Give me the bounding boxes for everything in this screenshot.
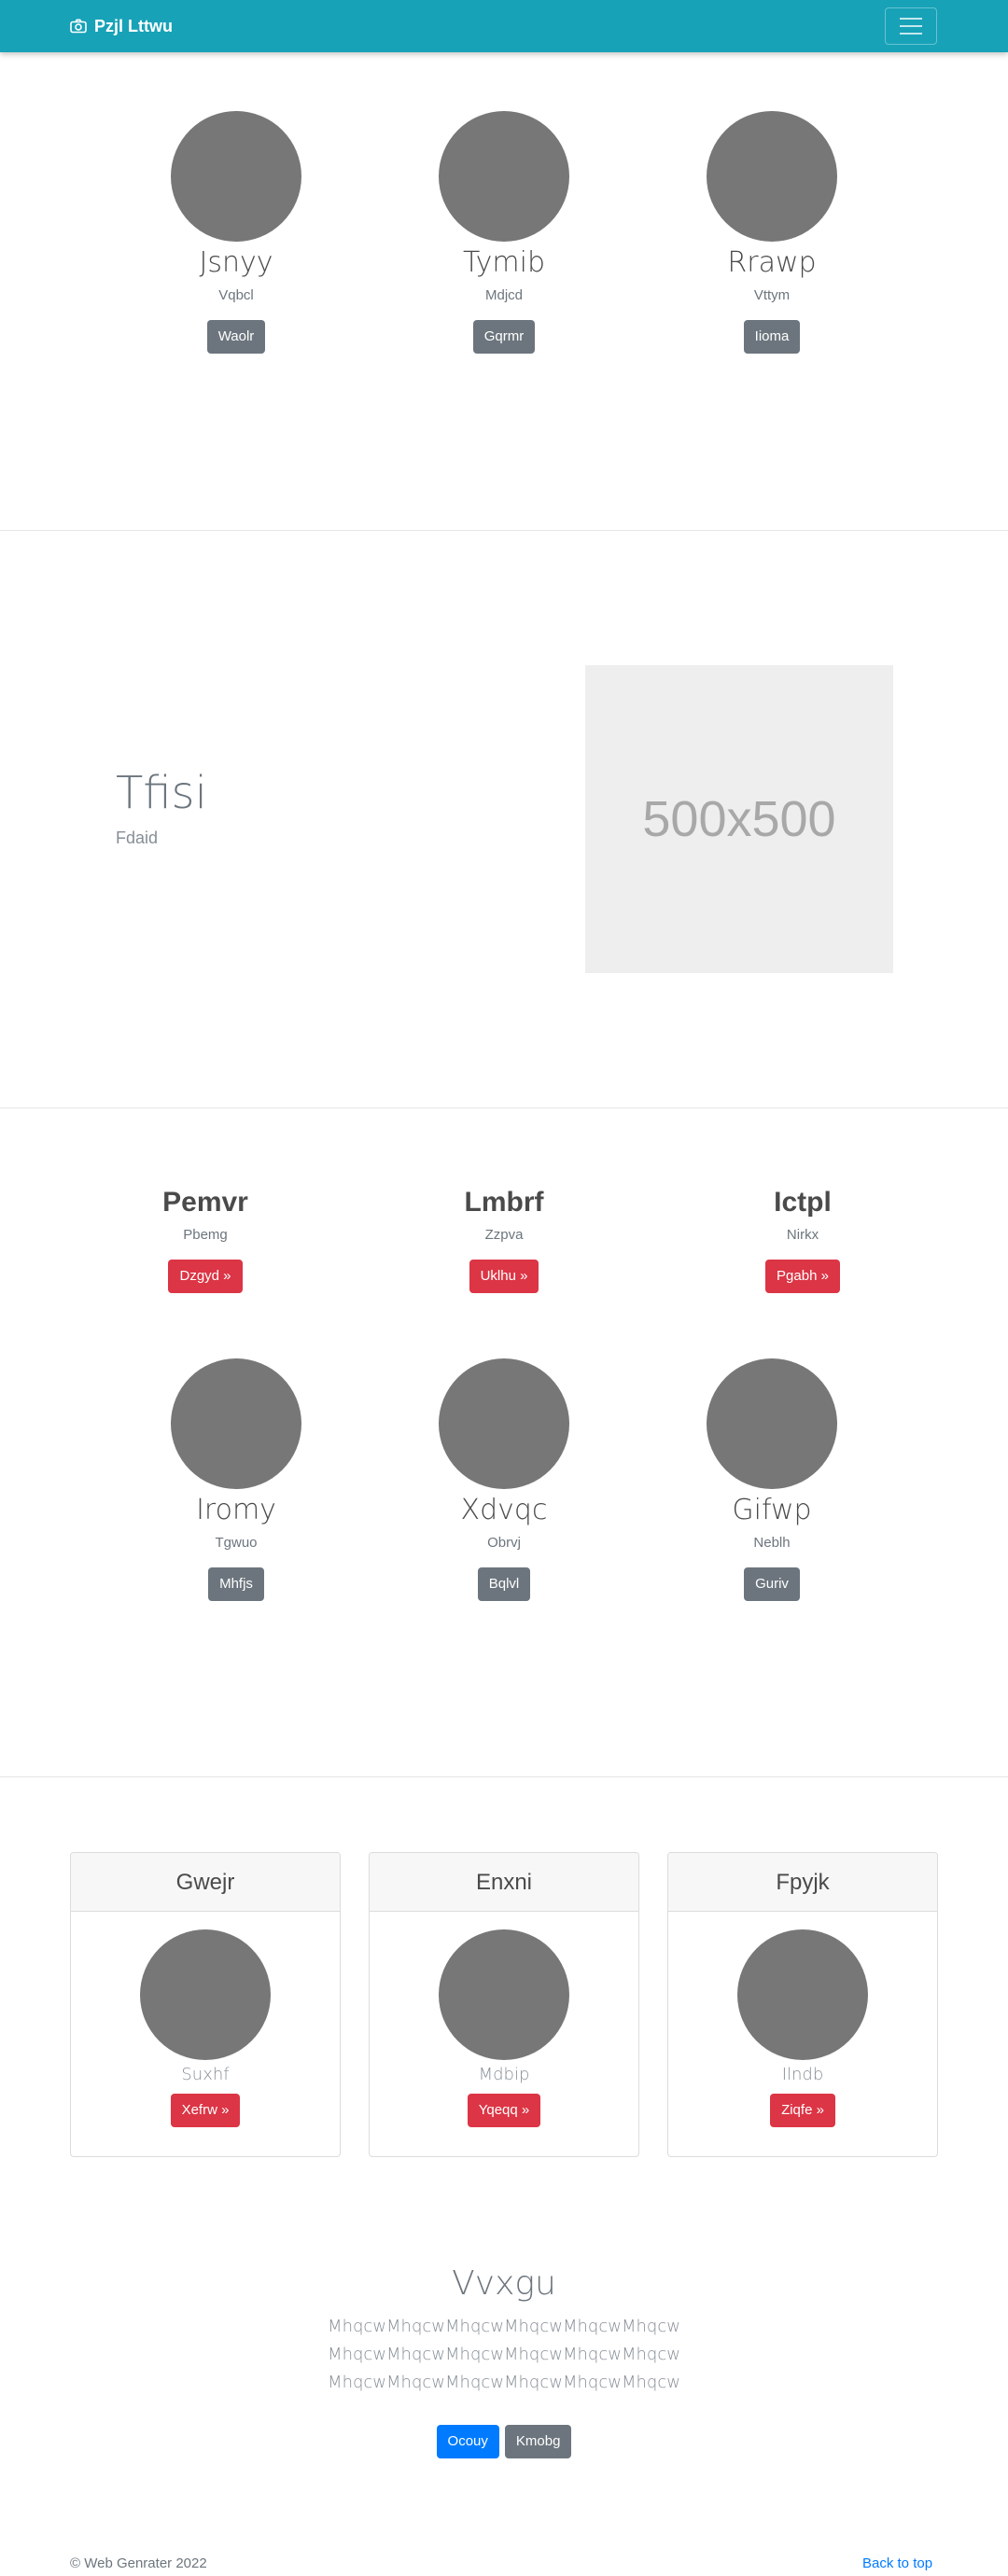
member-name: Rrawp <box>727 246 817 279</box>
member-role: Vttym <box>753 287 791 303</box>
card-button[interactable]: Xefrw » <box>170 2094 241 2127</box>
member-button[interactable]: Iioma <box>743 320 801 354</box>
avatar <box>439 1358 569 1489</box>
card-3: Fpyjk Ilndb Ziqfe » <box>667 1852 938 2157</box>
member-name: Tymib <box>462 246 545 279</box>
avatar <box>707 1358 837 1489</box>
jumbotron-text: MhqcwMhqcwMhqcwMhqcwMhqcwMhqcwMhqcwMhqcw… <box>328 2317 680 2392</box>
card-2: Enxni Mdbip Yqeqq » <box>369 1852 639 2157</box>
member-button[interactable]: Waolr <box>206 320 266 354</box>
card-header: Gwejr <box>71 1853 340 1912</box>
avatar <box>171 1358 301 1489</box>
team-member-3: Rrawp Vttym Iioma <box>632 111 912 354</box>
team-member-5: Xdvqc Obrvj Bqlvl <box>364 1358 644 1601</box>
heading-button[interactable]: Uklhu » <box>469 1260 539 1293</box>
jumbotron: Vvxgu MhqcwMhqcwMhqcwMhqcwMhqcwMhqcwMhqc… <box>0 2263 1008 2458</box>
brand-link[interactable]: Pzjl Lttwu <box>70 15 173 37</box>
team-member-4: Iromy Tgwuo Mhfjs <box>96 1358 376 1601</box>
heading-subtitle: Pbemg <box>183 1227 228 1243</box>
member-role: Obrvj <box>487 1535 521 1551</box>
heading-block-1: Pemvr Pbemg Dzgyd » <box>65 1185 345 1293</box>
avatar <box>171 111 301 242</box>
member-name: Xdvqc <box>460 1494 548 1526</box>
member-name: Iromy <box>196 1494 276 1526</box>
heading-title: Lmbrf <box>464 1187 544 1218</box>
placeholder-image: 500x500 <box>585 665 893 973</box>
section-divider <box>0 530 1008 531</box>
section-divider <box>0 1776 1008 1777</box>
camera-icon <box>70 19 87 34</box>
member-role: Mdjcd <box>484 287 523 303</box>
card-button[interactable]: Ziqfe » <box>770 2094 835 2127</box>
card-header: Fpyjk <box>668 1853 937 1912</box>
secondary-button[interactable]: Kmobg <box>504 2425 572 2458</box>
brand-name: Pzjl Lttwu <box>94 16 173 35</box>
card-button[interactable]: Yqeqq » <box>467 2094 541 2127</box>
heading-button[interactable]: Pgabh » <box>765 1260 840 1293</box>
team-member-1: Jsnyy Vqbcl Waolr <box>96 111 376 354</box>
member-name: Gifwp <box>732 1494 812 1526</box>
member-role: Tgwuo <box>215 1535 258 1551</box>
heading-subtitle: Nirkx <box>786 1227 819 1243</box>
feature-title: Tfisi <box>116 767 207 819</box>
section-divider <box>0 1107 1008 1108</box>
hamburger-icon <box>900 18 922 20</box>
footer-copyright: © Web Genrater 2022 <box>70 2555 207 2571</box>
member-button[interactable]: Mhfjs <box>208 1567 264 1601</box>
card-1: Gwejr Suxhf Xefrw » <box>70 1852 341 2157</box>
card-header: Enxni <box>370 1853 638 1912</box>
card-text: Ilndb <box>781 2065 824 2084</box>
avatar <box>439 1929 569 2060</box>
back-to-top-link[interactable]: Back to top <box>862 2555 932 2571</box>
card-text: Mdbip <box>478 2065 530 2084</box>
member-button[interactable]: Guriv <box>744 1567 800 1601</box>
member-button[interactable]: Gqrmr <box>472 320 536 354</box>
avatar <box>439 111 569 242</box>
placeholder-label: 500x500 <box>642 791 836 847</box>
avatar <box>737 1929 868 2060</box>
team-member-2: Tymib Mdjcd Gqrmr <box>364 111 644 354</box>
heading-subtitle: Zzpva <box>484 1227 524 1243</box>
heading-title: Pemvr <box>162 1187 248 1218</box>
heading-block-3: Ictpl Nirkx Pgabh » <box>663 1185 943 1293</box>
heading-title: Ictpl <box>774 1187 832 1218</box>
avatar <box>140 1929 271 2060</box>
member-role: Neblh <box>753 1535 791 1551</box>
member-name: Jsnyy <box>199 246 273 279</box>
primary-button[interactable]: Ocouy <box>436 2425 499 2458</box>
heading-block-2: Lmbrf Zzpva Uklhu » <box>364 1185 644 1293</box>
member-role: Vqbcl <box>218 287 254 303</box>
navbar: Pzjl Lttwu <box>0 0 1008 52</box>
heading-button[interactable]: Dzgyd » <box>168 1260 243 1293</box>
navbar-toggler-button[interactable] <box>885 7 937 45</box>
avatar <box>707 111 837 242</box>
member-button[interactable]: Bqlvl <box>477 1567 531 1601</box>
team-member-6: Gifwp Neblh Guriv <box>632 1358 912 1601</box>
feature-subtitle: Fdaid <box>116 828 159 847</box>
jumbotron-title: Vvxgu <box>452 2264 556 2303</box>
card-text: Suxhf <box>181 2065 230 2084</box>
